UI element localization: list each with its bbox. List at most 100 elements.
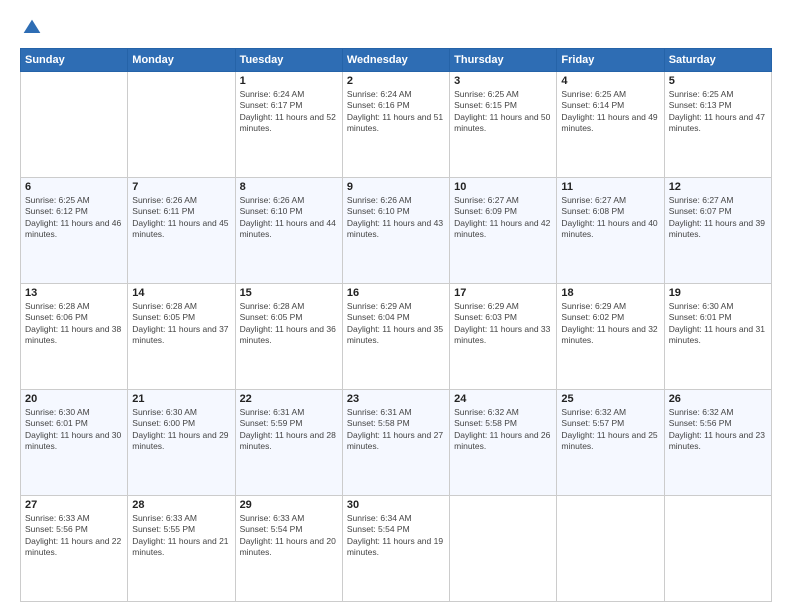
calendar-cell xyxy=(664,496,771,602)
col-header-wednesday: Wednesday xyxy=(342,49,449,72)
day-info: Sunrise: 6:25 AM Sunset: 6:15 PM Dayligh… xyxy=(454,89,552,135)
calendar-table: SundayMondayTuesdayWednesdayThursdayFrid… xyxy=(20,48,772,602)
logo xyxy=(20,18,42,38)
day-info: Sunrise: 6:31 AM Sunset: 5:59 PM Dayligh… xyxy=(240,407,338,453)
day-info: Sunrise: 6:25 AM Sunset: 6:13 PM Dayligh… xyxy=(669,89,767,135)
calendar-cell: 17Sunrise: 6:29 AM Sunset: 6:03 PM Dayli… xyxy=(450,284,557,390)
day-number: 8 xyxy=(240,181,338,193)
day-info: Sunrise: 6:32 AM Sunset: 5:57 PM Dayligh… xyxy=(561,407,659,453)
day-info: Sunrise: 6:33 AM Sunset: 5:56 PM Dayligh… xyxy=(25,513,123,559)
calendar-cell: 26 Sunrise: 6:32 AM Sunset: 5:56 PM Dayli… xyxy=(664,390,771,496)
calendar-cell: 27 Sunrise: 6:33 AM Sunset: 5:56 PM Dayli… xyxy=(21,496,128,602)
day-number: 17 xyxy=(454,287,552,299)
calendar-week-4: 27 Sunrise: 6:33 AM Sunset: 5:56 PM Dayli… xyxy=(21,496,772,602)
day-info: Sunrise: 6:27 AM Sunset: 6:08 PM Dayligh… xyxy=(561,195,659,241)
col-header-monday: Monday xyxy=(128,49,235,72)
col-header-thursday: Thursday xyxy=(450,49,557,72)
day-number: 19 xyxy=(669,287,767,299)
day-info: Sunrise: 6:32 AM Sunset: 5:56 PM Dayligh… xyxy=(669,407,767,453)
day-number: 14 xyxy=(132,287,230,299)
calendar-cell: 28 Sunrise: 6:33 AM Sunset: 5:55 PM Dayli… xyxy=(128,496,235,602)
day-info: Sunrise: 6:28 AM Sunset: 6:05 PM Dayligh… xyxy=(132,301,230,347)
calendar-cell xyxy=(21,72,128,178)
day-number: 29 xyxy=(240,499,338,511)
day-info: Sunrise: 6:28 AM Sunset: 6:05 PM Dayligh… xyxy=(240,301,338,347)
calendar-cell: 6 Sunrise: 6:25 AM Sunset: 6:12 PM Daylig… xyxy=(21,178,128,284)
calendar-cell: 12Sunrise: 6:27 AM Sunset: 6:07 PM Dayli… xyxy=(664,178,771,284)
day-info: Sunrise: 6:33 AM Sunset: 5:55 PM Dayligh… xyxy=(132,513,230,559)
col-header-tuesday: Tuesday xyxy=(235,49,342,72)
day-number: 7 xyxy=(132,181,230,193)
calendar-cell: 18 Sunrise: 6:29 AM Sunset: 6:02 PM Dayli… xyxy=(557,284,664,390)
col-header-sunday: Sunday xyxy=(21,49,128,72)
day-info: Sunrise: 6:27 AM Sunset: 6:09 PM Dayligh… xyxy=(454,195,552,241)
calendar-cell: 13 Sunrise: 6:28 AM Sunset: 6:06 PM Dayli… xyxy=(21,284,128,390)
day-info: Sunrise: 6:31 AM Sunset: 5:58 PM Dayligh… xyxy=(347,407,445,453)
day-number: 26 xyxy=(669,393,767,405)
day-number: 28 xyxy=(132,499,230,511)
calendar-cell: 15 Sunrise: 6:28 AM Sunset: 6:05 PM Dayli… xyxy=(235,284,342,390)
col-header-friday: Friday xyxy=(557,49,664,72)
calendar-cell: 5 Sunrise: 6:25 AM Sunset: 6:13 PM Daylig… xyxy=(664,72,771,178)
day-number: 9 xyxy=(347,181,445,193)
day-number: 4 xyxy=(561,75,659,87)
day-info: Sunrise: 6:24 AM Sunset: 6:16 PM Dayligh… xyxy=(347,89,445,135)
calendar-cell: 14 Sunrise: 6:28 AM Sunset: 6:05 PM Dayli… xyxy=(128,284,235,390)
calendar-cell xyxy=(128,72,235,178)
calendar-cell: 30Sunrise: 6:34 AM Sunset: 5:54 PM Dayli… xyxy=(342,496,449,602)
col-header-saturday: Saturday xyxy=(664,49,771,72)
day-info: Sunrise: 6:26 AM Sunset: 6:11 PM Dayligh… xyxy=(132,195,230,241)
calendar-cell: 23Sunrise: 6:31 AM Sunset: 5:58 PM Dayli… xyxy=(342,390,449,496)
day-number: 3 xyxy=(454,75,552,87)
day-info: Sunrise: 6:32 AM Sunset: 5:58 PM Dayligh… xyxy=(454,407,552,453)
day-info: Sunrise: 6:25 AM Sunset: 6:14 PM Dayligh… xyxy=(561,89,659,135)
day-number: 27 xyxy=(25,499,123,511)
day-info: Sunrise: 6:33 AM Sunset: 5:54 PM Dayligh… xyxy=(240,513,338,559)
day-number: 18 xyxy=(561,287,659,299)
calendar-cell: 29 Sunrise: 6:33 AM Sunset: 5:54 PM Dayli… xyxy=(235,496,342,602)
calendar-cell xyxy=(557,496,664,602)
day-info: Sunrise: 6:30 AM Sunset: 6:01 PM Dayligh… xyxy=(25,407,123,453)
day-info: Sunrise: 6:29 AM Sunset: 6:02 PM Dayligh… xyxy=(561,301,659,347)
day-info: Sunrise: 6:26 AM Sunset: 6:10 PM Dayligh… xyxy=(347,195,445,241)
day-info: Sunrise: 6:28 AM Sunset: 6:06 PM Dayligh… xyxy=(25,301,123,347)
calendar-cell: 19 Sunrise: 6:30 AM Sunset: 6:01 PM Dayli… xyxy=(664,284,771,390)
day-number: 13 xyxy=(25,287,123,299)
calendar-cell: 1 Sunrise: 6:24 AM Sunset: 6:17 PM Daylig… xyxy=(235,72,342,178)
day-info: Sunrise: 6:29 AM Sunset: 6:04 PM Dayligh… xyxy=(347,301,445,347)
day-number: 2 xyxy=(347,75,445,87)
day-number: 11 xyxy=(561,181,659,193)
calendar-cell: 25 Sunrise: 6:32 AM Sunset: 5:57 PM Dayli… xyxy=(557,390,664,496)
day-number: 1 xyxy=(240,75,338,87)
day-number: 24 xyxy=(454,393,552,405)
day-info: Sunrise: 6:30 AM Sunset: 6:00 PM Dayligh… xyxy=(132,407,230,453)
header xyxy=(20,18,772,38)
day-info: Sunrise: 6:25 AM Sunset: 6:12 PM Dayligh… xyxy=(25,195,123,241)
calendar-cell: 24 Sunrise: 6:32 AM Sunset: 5:58 PM Dayli… xyxy=(450,390,557,496)
day-info: Sunrise: 6:26 AM Sunset: 6:10 PM Dayligh… xyxy=(240,195,338,241)
calendar-cell: 3 Sunrise: 6:25 AM Sunset: 6:15 PM Daylig… xyxy=(450,72,557,178)
calendar-cell: 21 Sunrise: 6:30 AM Sunset: 6:00 PM Dayli… xyxy=(128,390,235,496)
day-number: 10 xyxy=(454,181,552,193)
day-number: 5 xyxy=(669,75,767,87)
calendar-cell: 10 Sunrise: 6:27 AM Sunset: 6:09 PM Dayli… xyxy=(450,178,557,284)
day-number: 21 xyxy=(132,393,230,405)
calendar-cell: 22Sunrise: 6:31 AM Sunset: 5:59 PM Dayli… xyxy=(235,390,342,496)
day-info: Sunrise: 6:30 AM Sunset: 6:01 PM Dayligh… xyxy=(669,301,767,347)
day-info: Sunrise: 6:24 AM Sunset: 6:17 PM Dayligh… xyxy=(240,89,338,135)
calendar-cell: 2 Sunrise: 6:24 AM Sunset: 6:16 PM Daylig… xyxy=(342,72,449,178)
calendar-cell: 9 Sunrise: 6:26 AM Sunset: 6:10 PM Daylig… xyxy=(342,178,449,284)
day-number: 16 xyxy=(347,287,445,299)
calendar-week-0: 1 Sunrise: 6:24 AM Sunset: 6:17 PM Daylig… xyxy=(21,72,772,178)
day-number: 30 xyxy=(347,499,445,511)
calendar-cell: 4 Sunrise: 6:25 AM Sunset: 6:14 PM Daylig… xyxy=(557,72,664,178)
day-number: 6 xyxy=(25,181,123,193)
calendar-cell: 16 Sunrise: 6:29 AM Sunset: 6:04 PM Dayli… xyxy=(342,284,449,390)
calendar-cell: 7 Sunrise: 6:26 AM Sunset: 6:11 PM Daylig… xyxy=(128,178,235,284)
day-number: 15 xyxy=(240,287,338,299)
logo-icon xyxy=(22,18,42,38)
calendar-week-2: 13 Sunrise: 6:28 AM Sunset: 6:06 PM Dayli… xyxy=(21,284,772,390)
day-number: 25 xyxy=(561,393,659,405)
calendar-cell: 20Sunrise: 6:30 AM Sunset: 6:01 PM Dayli… xyxy=(21,390,128,496)
day-number: 12 xyxy=(669,181,767,193)
